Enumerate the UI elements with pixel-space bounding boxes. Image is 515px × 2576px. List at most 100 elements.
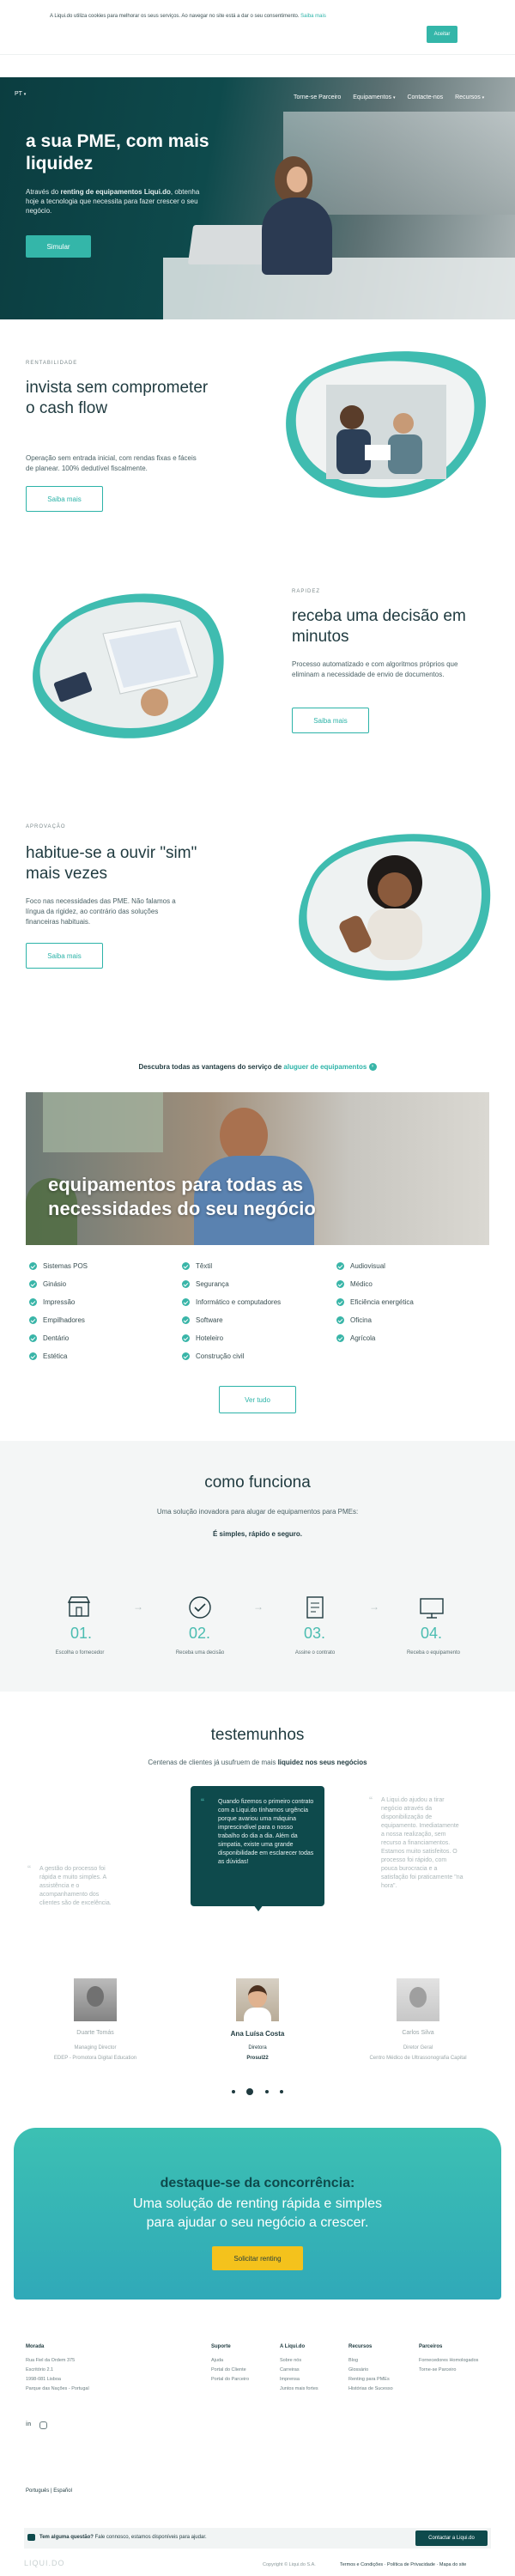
equipment-category-item[interactable]: Médico [336, 1280, 373, 1288]
equipment-category-label: Ginásio [43, 1280, 67, 1288]
equipment-category-item[interactable]: Construção civil [182, 1352, 244, 1360]
person-company-center: Prosul22 [246, 2056, 269, 2061]
advantages-link[interactable]: aluguer de equipamentos [283, 1063, 367, 1071]
cta-line-2: para ajudar o seu negócio a crescer. [146, 2215, 369, 2230]
testimonials-subtitle: Centenas de clientes já usufruem de mais… [148, 1759, 367, 1766]
person-name-center: Ana Luísa Costa [230, 2030, 285, 2038]
banner-person-head [220, 1108, 268, 1163]
hero-text: Através do renting de equipamentos Liqui… [26, 188, 200, 215]
footer-link[interactable]: Glossário [348, 2366, 393, 2375]
nav-item-contact[interactable]: Contacte-nos [407, 94, 443, 100]
equipment-category-item[interactable]: Agrícola [336, 1334, 375, 1342]
equipment-category-label: Sistemas POS [43, 1262, 88, 1270]
quote-icon: “ [201, 1796, 204, 1808]
testimonial-quote-right: “ A Liqui.do ajudou a tirar negócio atra… [369, 1795, 464, 1889]
carousel-dot-2[interactable] [246, 2088, 254, 2095]
request-renting-button[interactable]: Solicitar renting [212, 2246, 303, 2270]
instagram-icon[interactable] [39, 2421, 47, 2429]
footer-heading-company: A Liqui.do [280, 2344, 306, 2349]
nav-item-equipment[interactable]: Equipamentos ▾ [353, 94, 395, 100]
help-bar: Tem alguma questão? Fale connosco, estam… [24, 2528, 491, 2549]
chevron-down-icon: ▾ [23, 92, 27, 97]
footer-link[interactable]: Portal do Cliente [211, 2366, 249, 2375]
feature-eyebrow-1: RENTABILIDADE [26, 361, 78, 366]
avatar-center [236, 1978, 279, 2021]
equipment-category-label: Audiovisual [350, 1262, 385, 1270]
equipment-category-item[interactable]: Hoteleiro [182, 1334, 223, 1342]
language-selector[interactable]: PT ▾ [15, 91, 26, 97]
equipment-category-item[interactable]: Empilhadores [29, 1316, 85, 1324]
feature-button-1[interactable]: Saiba mais [26, 486, 103, 512]
equipment-category-item[interactable]: Eficiência energética [336, 1298, 414, 1306]
check-icon [29, 1280, 37, 1288]
equipment-category-item[interactable]: Oficina [336, 1316, 372, 1324]
carousel-dot-4[interactable] [279, 2090, 283, 2093]
quote-icon: “ [27, 1863, 31, 1875]
footer-link[interactable]: Blog [348, 2356, 393, 2366]
check-icon [336, 1280, 344, 1288]
equipment-category-item[interactable]: Estética [29, 1352, 67, 1360]
cookie-text: A Liqui.do utiliza cookies para melhorar… [50, 14, 300, 19]
footer-language[interactable]: Português | Español [26, 2488, 72, 2494]
person-company-right: Centro Médico de Ultrassonografia Capita… [369, 2056, 467, 2061]
equipment-category-item[interactable]: Informático e computadores [182, 1298, 281, 1306]
footer-heading-support: Suporte [211, 2344, 231, 2349]
feature-button-3[interactable]: Saiba mais [26, 943, 103, 969]
equipment-category-label: Estética [43, 1352, 68, 1360]
chevron-down-icon: ▾ [482, 95, 485, 100]
equipment-category-item[interactable]: Audiovisual [336, 1262, 385, 1270]
nav-item-resources[interactable]: Recursos ▾ [455, 94, 484, 100]
equipment-title: equipamentos para todas as necessidades … [48, 1174, 316, 1219]
footer-partner-links: Fornecedores Homologados Torne-se Parceir… [419, 2356, 478, 2375]
contract-icon [306, 1596, 324, 1619]
equipment-category-item[interactable]: Têxtil [182, 1262, 212, 1270]
linkedin-icon[interactable]: in [26, 2421, 34, 2430]
carousel-dot-1[interactable] [232, 2090, 235, 2093]
footer-link[interactable]: Torne-se Parceiro [419, 2366, 478, 2375]
cookie-link[interactable]: Saiba mais [300, 14, 326, 19]
footer-heading-partners: Parceiros [419, 2344, 443, 2349]
footer-support-links: Ajuda Portal do Cliente Portal do Parceiro [211, 2356, 249, 2385]
footer-link[interactable]: Imprensa [280, 2375, 318, 2385]
footer-heading-resources: Recursos [348, 2344, 373, 2349]
person-role-right: Diretor Geral [403, 2045, 433, 2050]
testimonials-title: testemunhos [210, 1726, 305, 1744]
simulate-button[interactable]: Simular [26, 235, 91, 258]
footer-address: Rua Fiel da Ordem 375 Escritório 2.1 1998-… [26, 2358, 89, 2391]
equipment-category-label: Médico [350, 1280, 373, 1288]
carousel-dot-3[interactable] [264, 2090, 269, 2093]
legal-links[interactable]: Termos e Condições · Política de Privaci… [340, 2562, 466, 2567]
footer-link[interactable]: Fornecedores Homologados [419, 2356, 478, 2366]
quote-icon: “ [369, 1795, 373, 1807]
testimonial-card-pointer [253, 1905, 264, 1911]
nav-item-partner[interactable]: Torne-se Parceiro [294, 94, 341, 100]
feature-title-3: habitue-se a ouvir "sim" mais vezes [26, 844, 197, 883]
feature-eyebrow-3: APROVAÇÃO [26, 824, 66, 829]
check-icon [336, 1262, 344, 1270]
arrow-right-icon[interactable]: › [368, 1063, 377, 1072]
banner-window [43, 1092, 163, 1152]
equipment-category-item[interactable]: Sistemas POS [29, 1262, 88, 1270]
cookie-accept-button[interactable]: Aceitar [427, 26, 457, 43]
footer-link[interactable]: Carreiras [280, 2366, 318, 2375]
footer-link[interactable]: Sobre nós [280, 2356, 318, 2366]
equipment-category-item[interactable]: Impressão [29, 1298, 75, 1306]
equipment-category-item[interactable]: Ginásio [29, 1280, 66, 1288]
equipment-category-item[interactable]: Dentário [29, 1334, 69, 1342]
feature-text-3: Foco nas necessidades das PME. Não falam… [26, 897, 176, 926]
equipment-category-item[interactable]: Segurança [182, 1280, 229, 1288]
cta-section: destaque-se da concorrência: Uma solução… [14, 2128, 501, 2300]
footer-link[interactable]: Ajuda [211, 2356, 249, 2366]
footer-link[interactable]: Portal do Parceiro [211, 2375, 249, 2385]
hero-section: PT ▾ Torne-se Parceiro Equipamentos ▾ Co… [0, 77, 515, 319]
footer-link[interactable]: Histórias de Sucesso [348, 2385, 393, 2394]
arrow-right-icon: → [369, 1601, 379, 1613]
footer-link[interactable]: Juntos mais fortes [280, 2385, 318, 2394]
see-all-button[interactable]: Ver tudo [219, 1386, 296, 1413]
feature-button-2[interactable]: Saiba mais [292, 708, 369, 733]
equipment-category-label: Agrícola [350, 1334, 376, 1342]
check-icon [336, 1334, 344, 1342]
equipment-category-item[interactable]: Software [182, 1316, 223, 1324]
contact-liquido-button[interactable]: Contactar a Liqui.do [415, 2530, 488, 2546]
footer-link[interactable]: Renting para PMEs [348, 2375, 393, 2385]
